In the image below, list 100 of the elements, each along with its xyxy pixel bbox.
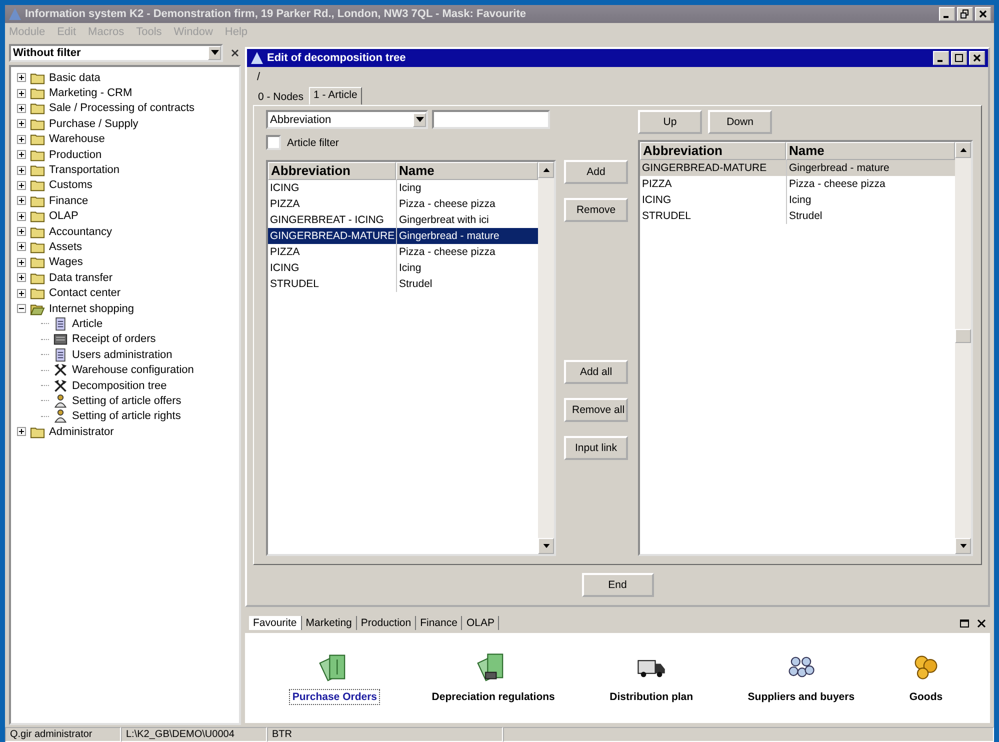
expander-icon[interactable] — [17, 88, 26, 98]
expander-icon[interactable] — [17, 258, 26, 267]
end-button[interactable]: End — [582, 573, 654, 597]
shortcut-link[interactable]: Goods — [906, 689, 946, 705]
tree-item[interactable]: Transportation — [49, 164, 120, 176]
folder-icon — [30, 101, 45, 116]
table-row[interactable]: GINGERBREAD-MATURE Gingerbread - mature — [268, 228, 538, 244]
shortcut-link[interactable]: Depreciation regulations — [428, 689, 558, 705]
tree-item[interactable]: Receipt of orders — [72, 333, 156, 346]
folder-icon — [30, 132, 45, 146]
scroll-thumb[interactable] — [955, 329, 971, 343]
order-button[interactable]: Down — [708, 110, 772, 134]
scroll-down-icon[interactable] — [955, 538, 971, 554]
tree-item[interactable]: Users administration — [72, 348, 172, 361]
table-cell-text: GINGERBREAD-MATURE — [641, 161, 768, 176]
expander-icon[interactable] — [17, 73, 26, 82]
expander-icon[interactable] — [17, 166, 26, 175]
scrollbar[interactable] — [538, 162, 554, 554]
restore-button[interactable] — [957, 7, 973, 21]
article-filter-checkbox[interactable]: Article filter — [266, 135, 556, 150]
tree-item[interactable]: Setting of article offers — [72, 394, 182, 407]
tools-icon — [53, 378, 68, 392]
transfer-button[interactable]: Remove — [564, 198, 628, 222]
folder-icon — [30, 163, 45, 178]
scroll-up-icon[interactable] — [955, 142, 971, 158]
close-icon[interactable] — [229, 47, 241, 59]
tree-item[interactable]: Setting of article rights — [72, 410, 181, 422]
minimize-button[interactable] — [933, 51, 949, 65]
tree-item[interactable]: Warehouse configuration — [72, 364, 194, 376]
table-cell: Gingerbread - mature — [396, 228, 538, 244]
transfer-button[interactable]: Add — [564, 160, 628, 184]
tab[interactable]: Production — [356, 616, 416, 630]
table-cell-text: PIZZA — [269, 197, 301, 212]
expander-icon[interactable] — [17, 304, 26, 314]
shortcut-link[interactable]: Purchase Orders — [289, 689, 380, 705]
tab[interactable]: OLAP — [462, 616, 500, 630]
tab[interactable]: 1 - Article — [308, 87, 362, 105]
scrollbar[interactable] — [955, 142, 971, 554]
tree-item[interactable]: Contact center — [49, 287, 121, 300]
folder-icon — [30, 255, 45, 270]
order-button[interactable]: Up — [638, 110, 702, 134]
tab[interactable]: Marketing — [302, 616, 357, 630]
tree-item[interactable]: Production — [49, 148, 102, 161]
scroll-down-icon[interactable] — [538, 538, 554, 554]
checkbox[interactable] — [266, 135, 281, 150]
expander-icon[interactable] — [17, 242, 26, 252]
tab[interactable]: Finance — [416, 616, 462, 630]
search-field[interactable] — [432, 110, 550, 129]
expander-icon[interactable] — [17, 134, 26, 144]
transfer-button[interactable]: Remove all — [564, 398, 628, 422]
expander-icon[interactable] — [17, 150, 26, 160]
column-header[interactable]: Abbreviation — [640, 142, 786, 160]
tab[interactable]: 0 - Nodes — [253, 89, 309, 105]
tree-item[interactable]: Warehouse — [49, 133, 105, 146]
tree-item[interactable]: Assets — [49, 240, 82, 253]
tree-item[interactable]: Data transfer — [49, 272, 113, 284]
tree-item[interactable]: Article — [72, 318, 103, 330]
tree-item[interactable]: Decomposition tree — [72, 380, 167, 392]
scroll-up-icon[interactable] — [538, 162, 554, 178]
tree-item[interactable]: OLAP — [49, 210, 78, 222]
expander-icon[interactable] — [17, 427, 26, 436]
tree-item[interactable]: Finance — [49, 194, 88, 207]
column-header[interactable]: Name — [396, 162, 538, 180]
shortcut-link[interactable]: Distribution plan — [606, 689, 696, 705]
shortcut-link[interactable]: Suppliers and buyers — [744, 689, 858, 705]
tree-item[interactable]: Wages — [49, 256, 83, 268]
expander-icon[interactable] — [17, 288, 26, 298]
tree-item[interactable]: Accountancy — [49, 226, 112, 238]
tree-item[interactable]: Internet shopping — [49, 302, 134, 315]
tab[interactable]: Favourite — [249, 616, 302, 630]
column-header[interactable]: Abbreviation — [268, 162, 396, 180]
tree-item[interactable]: Purchase / Supply — [49, 118, 138, 130]
close-button[interactable] — [969, 51, 985, 65]
expander-icon[interactable] — [17, 227, 26, 236]
column-header[interactable]: Name — [786, 142, 955, 160]
expander-icon[interactable] — [17, 212, 26, 221]
column-dropdown[interactable]: Abbreviation — [266, 110, 428, 129]
expander-icon[interactable] — [17, 196, 26, 206]
table-row[interactable]: GINGERBREAD-MATURE Gingerbread - mature — [640, 160, 955, 176]
table-cell-text: PIZZA — [641, 177, 673, 192]
expander-icon[interactable] — [17, 180, 26, 190]
minimize-button[interactable] — [939, 7, 955, 21]
transfer-button[interactable]: Add all — [564, 360, 628, 384]
window-icon — [250, 51, 264, 65]
tree-item[interactable]: Sale / Processing of contracts — [49, 102, 195, 114]
restore-icon — [959, 9, 971, 19]
expander-icon[interactable] — [17, 119, 26, 128]
filter-dropdown[interactable]: Without filter — [9, 44, 223, 62]
transfer-button[interactable]: Input link — [564, 436, 628, 460]
maximize-button[interactable] — [951, 51, 967, 65]
folder-icon — [30, 86, 45, 100]
tree-item[interactable]: Marketing - CRM — [49, 87, 132, 100]
tree-item[interactable]: Customs — [49, 179, 92, 192]
expander-icon[interactable] — [17, 104, 26, 113]
expander-icon[interactable] — [17, 273, 26, 282]
tree-item[interactable]: Administrator — [49, 426, 114, 438]
table-cell-text: ICING — [269, 181, 300, 196]
status-bar-field: L:\K2_GB\DEMO\U0004 — [121, 727, 267, 742]
tree-item[interactable]: Basic data — [49, 72, 100, 84]
close-button[interactable] — [975, 7, 991, 21]
